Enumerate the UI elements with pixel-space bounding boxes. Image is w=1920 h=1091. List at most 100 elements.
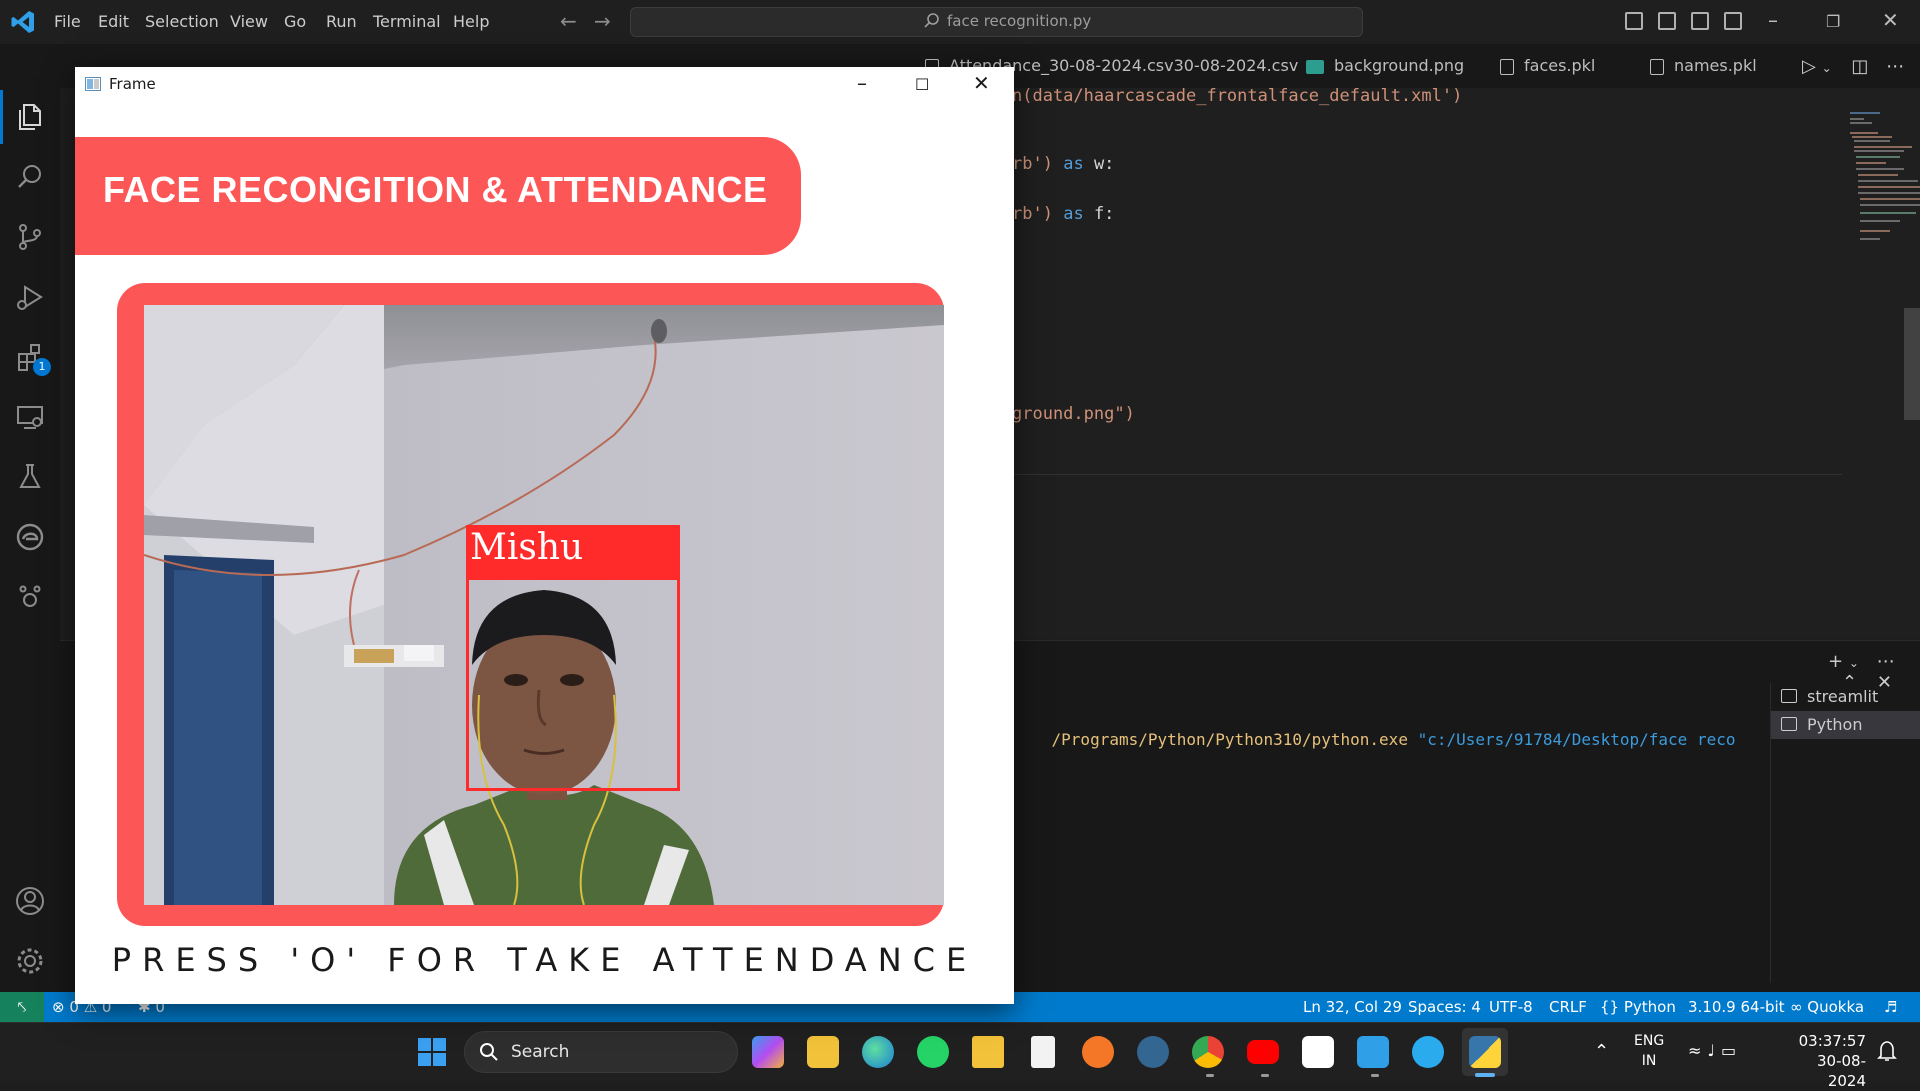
terminal-icon [1781, 717, 1797, 731]
frame-title: Frame [109, 75, 156, 93]
customize-layout-icon[interactable] [1724, 12, 1742, 30]
taskbar-clock[interactable]: 03:37:57 30-08-2024 [1784, 1031, 1866, 1091]
restore-icon[interactable]: ❐ [1826, 12, 1840, 31]
opencv-frame-window[interactable]: Frame – ☐ ✕ FACE RECONGITION & ATTENDANC… [75, 67, 1014, 1004]
editor-scrollbar-thumb[interactable] [1904, 308, 1920, 420]
running-indicator [1371, 1074, 1379, 1077]
run-dropdown-chevron-icon[interactable]: ⌄ [1822, 61, 1832, 75]
extensions-badge: 1 [33, 358, 51, 376]
tab-names-pkl[interactable]: names.pkl [1650, 44, 1757, 88]
telegram-app-icon[interactable] [1412, 1036, 1444, 1068]
more-actions-icon[interactable]: ⋯ [1886, 56, 1904, 77]
source-control-icon[interactable] [13, 220, 47, 254]
split-editor-icon[interactable]: ◫ [1851, 56, 1868, 77]
show-hidden-icons-chevron-icon[interactable]: ⌃ [1594, 1041, 1609, 1062]
file-explorer-app-icon[interactable] [807, 1036, 839, 1068]
run-python-file-icon[interactable]: ▷ [1802, 56, 1816, 77]
menu-edit[interactable]: Edit [98, 12, 129, 31]
active-view-indicator [0, 90, 3, 144]
edge-app-icon[interactable] [862, 1036, 894, 1068]
toggle-sidebar-icon[interactable] [1625, 12, 1643, 30]
jupyter-app-icon[interactable] [1082, 1036, 1114, 1068]
code-line: n(data/haarcascade_frontalface_default.x… [1012, 86, 1463, 106]
settings-gear-icon[interactable] [13, 944, 47, 978]
terminal-item-streamlit[interactable]: streamlit [1771, 683, 1920, 711]
remote-indicator-icon[interactable]: ⤣ [0, 992, 44, 1022]
menu-terminal[interactable]: Terminal [373, 12, 441, 31]
windows-start-icon[interactable] [418, 1038, 446, 1066]
quokka-status[interactable]: ∞ Quokka [1790, 992, 1864, 1022]
minimize-icon[interactable]: – [1768, 8, 1778, 32]
notepad-app-icon[interactable] [1031, 1036, 1055, 1068]
accounts-icon[interactable] [13, 884, 47, 918]
code-line: ground.png") [1012, 404, 1135, 424]
menu-selection[interactable]: Selection [145, 12, 219, 31]
back-arrow-icon[interactable]: ← [560, 9, 577, 33]
input-language[interactable]: ENG IN [1634, 1031, 1664, 1071]
language-label: Python [1623, 998, 1676, 1016]
language-mode[interactable]: {} Python [1600, 992, 1676, 1022]
explorer-icon[interactable] [13, 100, 47, 134]
editor-actions: ▷ ⌄ ◫ ⋯ [1802, 56, 1904, 77]
chrome-app-icon[interactable] [1192, 1036, 1224, 1068]
menu-run[interactable]: Run [326, 12, 357, 31]
frame-minimize-icon[interactable]: – [857, 71, 867, 95]
menu-file[interactable]: File [54, 12, 81, 31]
youtube-app-icon[interactable] [1247, 1040, 1279, 1064]
volume-icon: ♩ [1707, 1041, 1721, 1060]
terminal-list: streamlit Python [1770, 683, 1920, 983]
menu-go[interactable]: Go [284, 12, 306, 31]
terminal-item-python[interactable]: Python [1771, 711, 1920, 739]
tab-background-png[interactable]: background.png [1306, 44, 1464, 88]
system-tray-icons[interactable]: ≈♩▭ [1688, 1041, 1742, 1060]
python-interpreter[interactable]: 3.10.9 64-bit [1688, 992, 1785, 1022]
terminal-output[interactable]: /Programs/Python/Python310/python.exe "c… [1013, 711, 1736, 768]
run-debug-icon[interactable] [13, 280, 47, 314]
forward-arrow-icon[interactable]: → [594, 9, 611, 33]
frame-canvas[interactable]: FACE RECONGITION & ATTENDANCE Mishu PRES… [75, 103, 1014, 1004]
terminal-item-label: streamlit [1807, 687, 1879, 706]
frame-title-bar[interactable]: Frame – ☐ ✕ [75, 67, 1014, 103]
power-bi-app-icon[interactable] [972, 1036, 1004, 1068]
tab-faces-pkl[interactable]: faces.pkl [1500, 44, 1595, 88]
terminal-argument: "c:/Users/91784/Desktop/face reco [1417, 730, 1736, 749]
menu-view[interactable]: View [230, 12, 268, 31]
quokka-icon[interactable] [13, 580, 47, 614]
python-app-icon[interactable] [1469, 1036, 1501, 1068]
copilot-app-icon[interactable] [752, 1036, 784, 1068]
indentation[interactable]: Spaces: 4 [1408, 992, 1481, 1022]
menu-help[interactable]: Help [453, 12, 489, 31]
panel-more-icon[interactable]: ⋯ [1877, 651, 1895, 672]
edge-devtools-icon[interactable] [13, 520, 47, 554]
toggle-secondary-sidebar-icon[interactable] [1691, 12, 1709, 30]
language-code: ENG [1634, 1033, 1665, 1049]
file-icon [1500, 58, 1514, 75]
frame-maximize-icon[interactable]: ☐ [915, 75, 929, 94]
cursor-position[interactable]: Ln 32, Col 29 [1303, 992, 1402, 1022]
search-view-icon[interactable] [13, 160, 47, 194]
end-of-line[interactable]: CRLF [1549, 992, 1587, 1022]
quokka-label: Quokka [1807, 998, 1865, 1016]
notification-bell-icon[interactable] [1876, 1039, 1898, 1063]
whatsapp-app-icon[interactable] [917, 1036, 949, 1068]
chatgpt-app-icon[interactable] [1302, 1036, 1334, 1068]
battery-icon: ▭ [1720, 1041, 1743, 1060]
terminal-dropdown-icon[interactable]: ⌄ [1849, 656, 1859, 670]
search-icon [924, 13, 939, 28]
close-icon[interactable]: ✕ [1882, 8, 1899, 32]
command-center-search[interactable]: face recognition.py [630, 7, 1363, 37]
postgresql-app-icon[interactable] [1137, 1036, 1169, 1068]
vscode-logo-icon [11, 11, 34, 33]
banner-title: FACE RECONGITION & ATTENDANCE [103, 169, 768, 210]
toggle-panel-icon[interactable] [1658, 12, 1676, 30]
taskbar-search[interactable]: Search [464, 1031, 738, 1073]
face-bounding-box [466, 577, 680, 791]
frame-close-icon[interactable]: ✕ [973, 71, 990, 95]
new-terminal-icon[interactable]: + [1828, 651, 1843, 672]
running-indicator [1261, 1074, 1269, 1077]
vscode-app-icon[interactable] [1357, 1036, 1389, 1068]
remote-explorer-icon[interactable] [13, 400, 47, 434]
notifications-bell-icon[interactable]: ♬ [1884, 992, 1897, 1022]
file-encoding[interactable]: UTF-8 [1489, 992, 1533, 1022]
testing-icon[interactable] [13, 460, 47, 494]
